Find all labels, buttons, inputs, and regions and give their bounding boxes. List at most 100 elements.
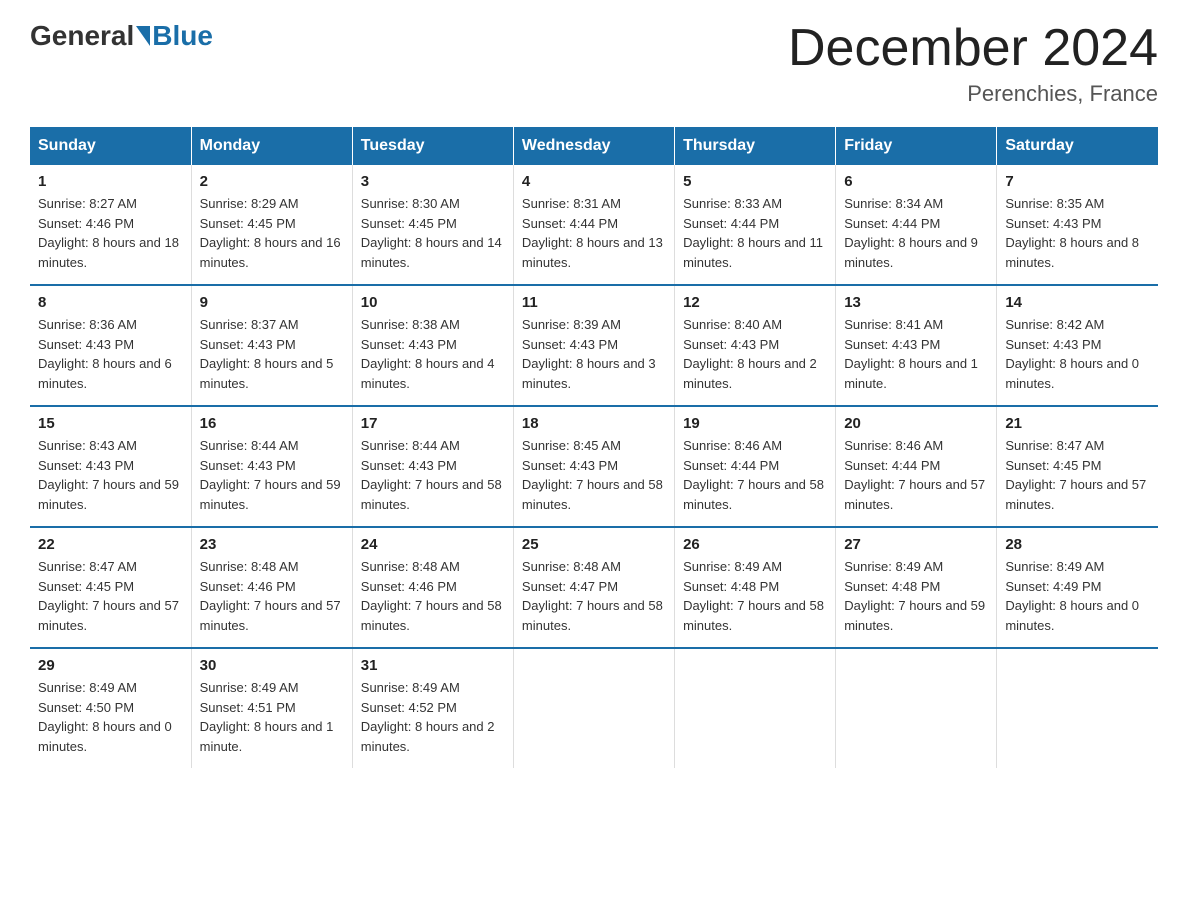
day-info: Sunrise: 8:34 AM Sunset: 4:44 PM Dayligh… bbox=[844, 194, 988, 272]
calendar-week-row: 29 Sunrise: 8:49 AM Sunset: 4:50 PM Dayl… bbox=[30, 648, 1158, 768]
day-info: Sunrise: 8:38 AM Sunset: 4:43 PM Dayligh… bbox=[361, 315, 505, 393]
day-number: 23 bbox=[200, 536, 344, 553]
calendar-day-cell: 26 Sunrise: 8:49 AM Sunset: 4:48 PM Dayl… bbox=[675, 527, 836, 648]
col-thursday: Thursday bbox=[675, 127, 836, 165]
calendar-day-cell bbox=[997, 648, 1158, 768]
day-info: Sunrise: 8:49 AM Sunset: 4:48 PM Dayligh… bbox=[844, 557, 988, 635]
calendar-title: December 2024 bbox=[788, 20, 1158, 77]
day-number: 14 bbox=[1005, 294, 1150, 311]
calendar-header-row: Sunday Monday Tuesday Wednesday Thursday… bbox=[30, 127, 1158, 165]
day-number: 8 bbox=[38, 294, 183, 311]
day-number: 10 bbox=[361, 294, 505, 311]
day-info: Sunrise: 8:48 AM Sunset: 4:47 PM Dayligh… bbox=[522, 557, 666, 635]
calendar-day-cell: 23 Sunrise: 8:48 AM Sunset: 4:46 PM Dayl… bbox=[191, 527, 352, 648]
day-number: 30 bbox=[200, 657, 344, 674]
col-wednesday: Wednesday bbox=[513, 127, 674, 165]
title-area: December 2024 Perenchies, France bbox=[788, 20, 1158, 107]
calendar-day-cell: 1 Sunrise: 8:27 AM Sunset: 4:46 PM Dayli… bbox=[30, 165, 191, 285]
day-number: 16 bbox=[200, 415, 344, 432]
day-info: Sunrise: 8:39 AM Sunset: 4:43 PM Dayligh… bbox=[522, 315, 666, 393]
calendar-subtitle: Perenchies, France bbox=[788, 81, 1158, 107]
calendar-week-row: 22 Sunrise: 8:47 AM Sunset: 4:45 PM Dayl… bbox=[30, 527, 1158, 648]
calendar-day-cell: 31 Sunrise: 8:49 AM Sunset: 4:52 PM Dayl… bbox=[352, 648, 513, 768]
day-info: Sunrise: 8:49 AM Sunset: 4:48 PM Dayligh… bbox=[683, 557, 827, 635]
calendar-day-cell: 22 Sunrise: 8:47 AM Sunset: 4:45 PM Dayl… bbox=[30, 527, 191, 648]
calendar-week-row: 8 Sunrise: 8:36 AM Sunset: 4:43 PM Dayli… bbox=[30, 285, 1158, 406]
calendar-day-cell: 21 Sunrise: 8:47 AM Sunset: 4:45 PM Dayl… bbox=[997, 406, 1158, 527]
calendar-day-cell: 5 Sunrise: 8:33 AM Sunset: 4:44 PM Dayli… bbox=[675, 165, 836, 285]
day-number: 29 bbox=[38, 657, 183, 674]
calendar-day-cell: 30 Sunrise: 8:49 AM Sunset: 4:51 PM Dayl… bbox=[191, 648, 352, 768]
day-number: 19 bbox=[683, 415, 827, 432]
calendar-day-cell: 3 Sunrise: 8:30 AM Sunset: 4:45 PM Dayli… bbox=[352, 165, 513, 285]
calendar-day-cell: 15 Sunrise: 8:43 AM Sunset: 4:43 PM Dayl… bbox=[30, 406, 191, 527]
day-info: Sunrise: 8:44 AM Sunset: 4:43 PM Dayligh… bbox=[200, 436, 344, 514]
calendar-week-row: 1 Sunrise: 8:27 AM Sunset: 4:46 PM Dayli… bbox=[30, 165, 1158, 285]
day-info: Sunrise: 8:47 AM Sunset: 4:45 PM Dayligh… bbox=[1005, 436, 1150, 514]
logo-general-text: General bbox=[30, 20, 134, 52]
day-info: Sunrise: 8:29 AM Sunset: 4:45 PM Dayligh… bbox=[200, 194, 344, 272]
day-number: 1 bbox=[38, 173, 183, 190]
calendar-day-cell: 2 Sunrise: 8:29 AM Sunset: 4:45 PM Dayli… bbox=[191, 165, 352, 285]
logo: General Blue bbox=[30, 20, 213, 52]
day-info: Sunrise: 8:49 AM Sunset: 4:52 PM Dayligh… bbox=[361, 678, 505, 756]
calendar-day-cell: 7 Sunrise: 8:35 AM Sunset: 4:43 PM Dayli… bbox=[997, 165, 1158, 285]
day-number: 18 bbox=[522, 415, 666, 432]
calendar-day-cell: 14 Sunrise: 8:42 AM Sunset: 4:43 PM Dayl… bbox=[997, 285, 1158, 406]
calendar-table: Sunday Monday Tuesday Wednesday Thursday… bbox=[30, 127, 1158, 768]
day-number: 12 bbox=[683, 294, 827, 311]
calendar-day-cell: 8 Sunrise: 8:36 AM Sunset: 4:43 PM Dayli… bbox=[30, 285, 191, 406]
calendar-day-cell: 18 Sunrise: 8:45 AM Sunset: 4:43 PM Dayl… bbox=[513, 406, 674, 527]
calendar-day-cell: 4 Sunrise: 8:31 AM Sunset: 4:44 PM Dayli… bbox=[513, 165, 674, 285]
logo-area: General Blue bbox=[30, 20, 213, 52]
day-number: 17 bbox=[361, 415, 505, 432]
day-number: 15 bbox=[38, 415, 183, 432]
calendar-day-cell: 11 Sunrise: 8:39 AM Sunset: 4:43 PM Dayl… bbox=[513, 285, 674, 406]
day-number: 6 bbox=[844, 173, 988, 190]
day-number: 27 bbox=[844, 536, 988, 553]
day-number: 9 bbox=[200, 294, 344, 311]
day-info: Sunrise: 8:44 AM Sunset: 4:43 PM Dayligh… bbox=[361, 436, 505, 514]
day-info: Sunrise: 8:45 AM Sunset: 4:43 PM Dayligh… bbox=[522, 436, 666, 514]
day-number: 24 bbox=[361, 536, 505, 553]
col-saturday: Saturday bbox=[997, 127, 1158, 165]
day-info: Sunrise: 8:46 AM Sunset: 4:44 PM Dayligh… bbox=[683, 436, 827, 514]
calendar-day-cell: 24 Sunrise: 8:48 AM Sunset: 4:46 PM Dayl… bbox=[352, 527, 513, 648]
day-info: Sunrise: 8:27 AM Sunset: 4:46 PM Dayligh… bbox=[38, 194, 183, 272]
day-info: Sunrise: 8:36 AM Sunset: 4:43 PM Dayligh… bbox=[38, 315, 183, 393]
day-number: 22 bbox=[38, 536, 183, 553]
day-info: Sunrise: 8:49 AM Sunset: 4:49 PM Dayligh… bbox=[1005, 557, 1150, 635]
day-number: 7 bbox=[1005, 173, 1150, 190]
day-info: Sunrise: 8:43 AM Sunset: 4:43 PM Dayligh… bbox=[38, 436, 183, 514]
day-number: 11 bbox=[522, 294, 666, 311]
col-tuesday: Tuesday bbox=[352, 127, 513, 165]
logo-triangle-icon bbox=[136, 26, 150, 46]
day-info: Sunrise: 8:41 AM Sunset: 4:43 PM Dayligh… bbox=[844, 315, 988, 393]
calendar-day-cell: 10 Sunrise: 8:38 AM Sunset: 4:43 PM Dayl… bbox=[352, 285, 513, 406]
calendar-day-cell: 27 Sunrise: 8:49 AM Sunset: 4:48 PM Dayl… bbox=[836, 527, 997, 648]
day-info: Sunrise: 8:35 AM Sunset: 4:43 PM Dayligh… bbox=[1005, 194, 1150, 272]
col-monday: Monday bbox=[191, 127, 352, 165]
calendar-day-cell: 13 Sunrise: 8:41 AM Sunset: 4:43 PM Dayl… bbox=[836, 285, 997, 406]
calendar-week-row: 15 Sunrise: 8:43 AM Sunset: 4:43 PM Dayl… bbox=[30, 406, 1158, 527]
day-number: 3 bbox=[361, 173, 505, 190]
day-number: 28 bbox=[1005, 536, 1150, 553]
calendar-day-cell: 25 Sunrise: 8:48 AM Sunset: 4:47 PM Dayl… bbox=[513, 527, 674, 648]
calendar-day-cell bbox=[513, 648, 674, 768]
day-info: Sunrise: 8:47 AM Sunset: 4:45 PM Dayligh… bbox=[38, 557, 183, 635]
day-info: Sunrise: 8:48 AM Sunset: 4:46 PM Dayligh… bbox=[200, 557, 344, 635]
col-friday: Friday bbox=[836, 127, 997, 165]
day-info: Sunrise: 8:48 AM Sunset: 4:46 PM Dayligh… bbox=[361, 557, 505, 635]
day-info: Sunrise: 8:33 AM Sunset: 4:44 PM Dayligh… bbox=[683, 194, 827, 272]
day-info: Sunrise: 8:37 AM Sunset: 4:43 PM Dayligh… bbox=[200, 315, 344, 393]
day-number: 13 bbox=[844, 294, 988, 311]
day-info: Sunrise: 8:30 AM Sunset: 4:45 PM Dayligh… bbox=[361, 194, 505, 272]
day-number: 26 bbox=[683, 536, 827, 553]
calendar-day-cell bbox=[675, 648, 836, 768]
day-number: 2 bbox=[200, 173, 344, 190]
day-number: 31 bbox=[361, 657, 505, 674]
day-number: 25 bbox=[522, 536, 666, 553]
day-info: Sunrise: 8:49 AM Sunset: 4:50 PM Dayligh… bbox=[38, 678, 183, 756]
day-info: Sunrise: 8:42 AM Sunset: 4:43 PM Dayligh… bbox=[1005, 315, 1150, 393]
day-number: 5 bbox=[683, 173, 827, 190]
